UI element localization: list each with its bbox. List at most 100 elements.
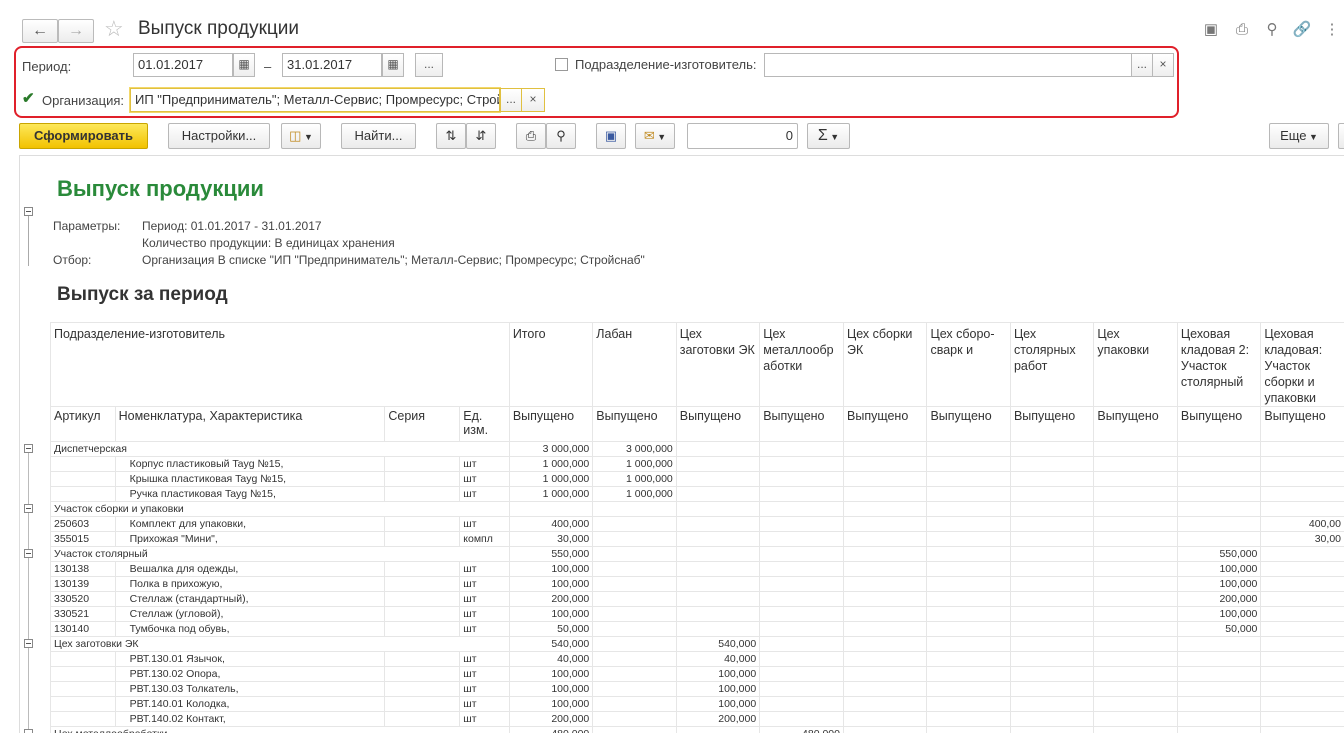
table-row[interactable]: Ручка пластиковая Tayg №15,шт1 000,0001 …: [51, 487, 1344, 502]
group-row[interactable]: Участок сборки и упаковки: [51, 502, 1344, 517]
cell-value: 40,000: [676, 652, 759, 667]
table-row[interactable]: РВТ.130.01 Язычок,шт40,00040,000: [51, 652, 1344, 667]
cell-value: [1177, 442, 1261, 457]
cell-value: [1261, 712, 1344, 727]
collapse-group-icon[interactable]: [24, 729, 33, 733]
cell-value: [760, 517, 844, 532]
find-button[interactable]: Найти...: [341, 123, 416, 149]
division-select-button[interactable]: ...: [1131, 53, 1153, 77]
print-icon[interactable]: ⎙: [1232, 20, 1252, 40]
date-from-field[interactable]: 01.01.2017: [133, 53, 233, 77]
cell-value: [1094, 502, 1177, 517]
settings-button[interactable]: Настройки...: [168, 123, 270, 149]
variant-button[interactable]: ◫ ▼: [281, 123, 321, 149]
table-row[interactable]: 355015Прихожая "Мини",компл30,00030,00: [51, 532, 1344, 547]
cell-unit: шт: [460, 667, 510, 682]
division-checkbox[interactable]: [555, 58, 568, 71]
subheader-series: Серия: [385, 407, 460, 442]
cell-value: [927, 532, 1010, 547]
cell-value: [1094, 667, 1177, 682]
collapse-group-icon[interactable]: [24, 639, 33, 648]
period-select-button[interactable]: ...: [415, 53, 443, 77]
forward-button[interactable]: →: [58, 19, 94, 43]
group-row[interactable]: Участок столярный550,000550,000: [51, 547, 1344, 562]
print-button[interactable]: ⎙: [516, 123, 546, 149]
send-button[interactable]: ✉ ▼: [635, 123, 675, 149]
cell-value: [1177, 652, 1261, 667]
more-button[interactable]: Еще ▼: [1269, 123, 1329, 149]
table-row[interactable]: 130140Тумбочка под обувь,шт50,00050,000: [51, 622, 1344, 637]
collapse-params-icon[interactable]: [24, 207, 33, 216]
table-row[interactable]: Крышка пластиковая Tayg №15,шт1 000,0001…: [51, 472, 1344, 487]
cell-value: [1177, 727, 1261, 733]
cell-value: [1261, 442, 1344, 457]
date-to-field[interactable]: 31.01.2017: [282, 53, 382, 77]
cell-value: 100,000: [676, 667, 759, 682]
group-row[interactable]: Цех заготовки ЭК540,000540,000: [51, 637, 1344, 652]
cell-value: [760, 667, 844, 682]
table-row[interactable]: Корпус пластиковый Tayg №15,шт1 000,0001…: [51, 457, 1344, 472]
sort-desc-button[interactable]: ⇵: [466, 123, 496, 149]
cell-unit: шт: [460, 682, 510, 697]
org-checkbox[interactable]: ✔: [22, 93, 35, 106]
table-row[interactable]: 130138Вешалка для одежды,шт100,000100,00…: [51, 562, 1344, 577]
collapse-group-icon[interactable]: [24, 504, 33, 513]
back-button[interactable]: ←: [22, 19, 58, 43]
table-row[interactable]: РВТ.140.01 Колодка,шт100,000100,000: [51, 697, 1344, 712]
org-clear-button[interactable]: ×: [521, 88, 545, 112]
cell-unit: шт: [460, 622, 510, 637]
report-variant-icon: ◫: [289, 128, 301, 143]
cell-unit: компл: [460, 532, 510, 547]
table-row[interactable]: 330521Стеллаж (угловой),шт100,000100,000: [51, 607, 1344, 622]
cell-series: [385, 667, 460, 682]
cell-value: [509, 502, 592, 517]
period-label: Период:: [22, 59, 71, 74]
table-row[interactable]: РВТ.140.02 Контакт,шт200,000200,000: [51, 712, 1344, 727]
cell-series: [385, 652, 460, 667]
subheader-released: Выпущено: [760, 407, 844, 442]
preview-icon[interactable]: ⚲: [1262, 20, 1282, 40]
cell-value: 100,000: [509, 562, 592, 577]
more-vertical-icon[interactable]: ⋮: [1322, 20, 1342, 40]
cell-value: [1177, 517, 1261, 532]
collapse-group-icon[interactable]: [24, 444, 33, 453]
sum-field[interactable]: 0: [687, 123, 798, 149]
division-field[interactable]: [764, 53, 1132, 77]
cell-value: [676, 622, 759, 637]
collapse-group-icon[interactable]: [24, 549, 33, 558]
group-row[interactable]: Диспетчерская3 000,0003 000,000: [51, 442, 1344, 457]
link-icon[interactable]: 🔗: [1292, 20, 1312, 40]
generate-button[interactable]: Сформировать: [19, 123, 148, 149]
help-button[interactable]: [1338, 123, 1344, 149]
preview-button[interactable]: ⚲: [546, 123, 576, 149]
org-select-button[interactable]: ...: [500, 88, 522, 112]
cell-value: [676, 502, 759, 517]
cell-value: 200,000: [509, 712, 592, 727]
sum-mode-button[interactable]: Σ ▼: [807, 123, 850, 149]
cell-value: [1261, 652, 1344, 667]
table-row[interactable]: РВТ.130.03 Толкатель,шт100,000100,000: [51, 682, 1344, 697]
cell-value: [760, 532, 844, 547]
group-row[interactable]: Цех металлообработки480,000480,000: [51, 727, 1344, 733]
subheader-released: Выпущено: [1094, 407, 1177, 442]
division-clear-button[interactable]: ×: [1152, 53, 1174, 77]
cell-value: 200,000: [676, 712, 759, 727]
table-row[interactable]: 250603Комплект для упаковки,шт400,000400…: [51, 517, 1344, 532]
cell-value: [593, 577, 676, 592]
table-row[interactable]: РВТ.130.02 Опора,шт100,000100,000: [51, 667, 1344, 682]
sort-asc-button[interactable]: ⇅: [436, 123, 466, 149]
calendar-to-button[interactable]: ▦: [382, 53, 404, 77]
star-icon[interactable]: ☆: [104, 16, 124, 42]
save-report-button[interactable]: ▣: [596, 123, 626, 149]
calendar-icon: ▦: [238, 57, 249, 71]
save-icon[interactable]: ▣: [1201, 20, 1221, 40]
subheader-released: Выпущено: [593, 407, 676, 442]
table-row[interactable]: 330520Стеллаж (стандартный),шт200,000200…: [51, 592, 1344, 607]
calendar-from-button[interactable]: ▦: [233, 53, 255, 77]
subheader-released: Выпущено: [927, 407, 1010, 442]
org-field[interactable]: ИП "Предприниматель"; Металл-Сервис; Про…: [130, 88, 500, 112]
cell-article: [51, 682, 116, 697]
table-row[interactable]: 130139Полка в прихожую,шт100,000100,000: [51, 577, 1344, 592]
cell-value: [593, 562, 676, 577]
cell-value: [1094, 697, 1177, 712]
